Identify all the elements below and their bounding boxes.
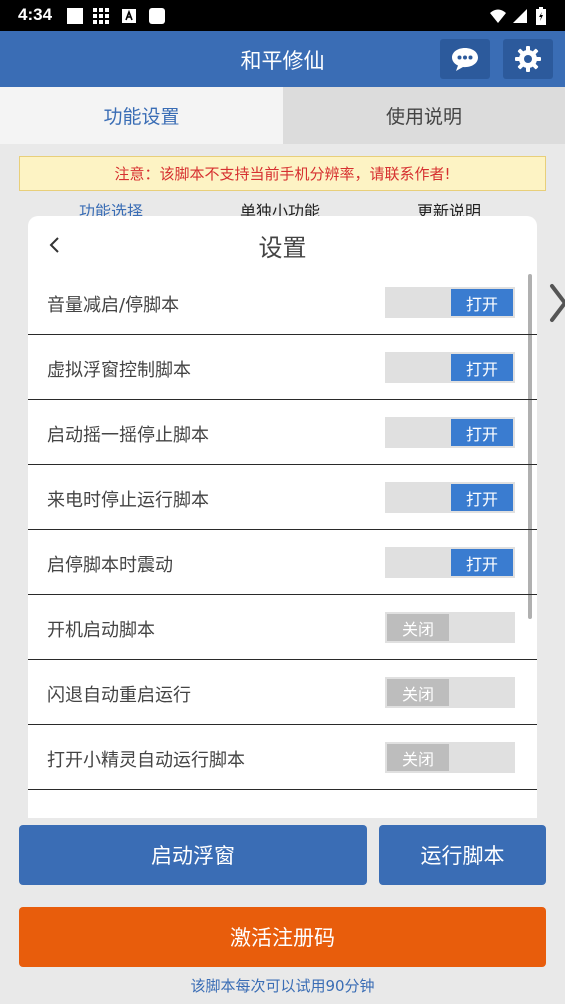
setting-label: 启动摇一摇停止脚本 (47, 425, 209, 446)
setting-label: 虚拟浮窗控制脚本 (47, 360, 191, 381)
setting-row-volume-toggle: 音量减启/停脚本 打开 (28, 270, 537, 335)
tab-usage-guide[interactable]: 使用说明 (283, 87, 565, 144)
wifi-icon (490, 9, 506, 23)
app-bar: 和平修仙 (0, 31, 565, 87)
grid-app-icon (93, 8, 109, 24)
call-stop-switch[interactable]: 打开 (385, 482, 515, 513)
dialog-title: 设置 (258, 234, 307, 262)
setting-label: 闪退自动重启运行 (47, 685, 191, 706)
activate-code-button[interactable]: 激活注册码 (19, 907, 546, 967)
switch-state: 打开 (451, 419, 513, 446)
switch-state: 关闭 (387, 679, 449, 706)
switch-state: 打开 (451, 484, 513, 511)
switch-state: 关闭 (387, 614, 449, 641)
setting-row-boot-start: 开机启动脚本 关闭 (28, 595, 537, 660)
status-bar: 4:34 (0, 0, 565, 31)
app-notification-icon (67, 8, 83, 24)
setting-row-call-stop: 来电时停止运行脚本 打开 (28, 465, 537, 530)
setting-label: 打开小精灵自动运行脚本 (47, 750, 245, 771)
floating-window-switch[interactable]: 打开 (385, 352, 515, 383)
chat-button[interactable] (440, 39, 490, 79)
setting-row-crash-restart: 闪退自动重启运行 关闭 (28, 660, 537, 725)
keyboard-notification-icon (122, 9, 136, 23)
setting-label: 音量减启/停脚本 (47, 295, 180, 316)
battery-icon (536, 7, 546, 25)
setting-row-floating-window: 虚拟浮窗控制脚本 打开 (28, 335, 537, 400)
setting-label: 启停脚本时震动 (47, 555, 173, 576)
chat-icon (452, 48, 478, 71)
vibrate-switch[interactable]: 打开 (385, 547, 515, 578)
run-script-button[interactable]: 运行脚本 (379, 825, 546, 885)
switch-state: 打开 (451, 354, 513, 381)
main-tabs: 功能设置 使用说明 (0, 87, 565, 144)
app-notification-icon-2 (149, 8, 165, 24)
close-icon[interactable] (548, 282, 565, 324)
setting-row-shake-stop: 启动摇一摇停止脚本 打开 (28, 400, 537, 465)
volume-toggle-switch[interactable]: 打开 (385, 287, 515, 318)
start-floating-window-button[interactable]: 启动浮窗 (19, 825, 367, 885)
switch-state: 打开 (451, 549, 513, 576)
boot-start-switch[interactable]: 关闭 (385, 612, 515, 643)
switch-state: 打开 (451, 289, 513, 316)
sprite-autorun-switch[interactable]: 关闭 (385, 742, 515, 773)
setting-row-sprite-autorun: 打开小精灵自动运行脚本 关闭 (28, 725, 537, 790)
gear-icon (515, 46, 541, 72)
switch-state: 关闭 (387, 744, 449, 771)
shake-stop-switch[interactable]: 打开 (385, 417, 515, 448)
trial-info-text: 该脚本每次可以试用90分钟 (190, 977, 375, 995)
setting-label: 开机启动脚本 (47, 620, 155, 641)
resolution-warning: 注意：该脚本不支持当前手机分辨率，请联系作者! (19, 156, 546, 191)
setting-label: 来电时停止运行脚本 (47, 490, 209, 511)
status-time: 4:34 (18, 5, 53, 24)
settings-dialog: 设置 音量减启/停脚本 打开 虚拟浮窗控制脚本 打开 启动摇一摇停止脚本 打开 … (28, 216, 537, 818)
crash-restart-switch[interactable]: 关闭 (385, 677, 515, 708)
signal-icon (513, 9, 527, 23)
setting-row-vibrate: 启停脚本时震动 打开 (28, 530, 537, 595)
settings-button[interactable] (503, 39, 553, 79)
tab-function-settings[interactable]: 功能设置 (0, 87, 283, 144)
